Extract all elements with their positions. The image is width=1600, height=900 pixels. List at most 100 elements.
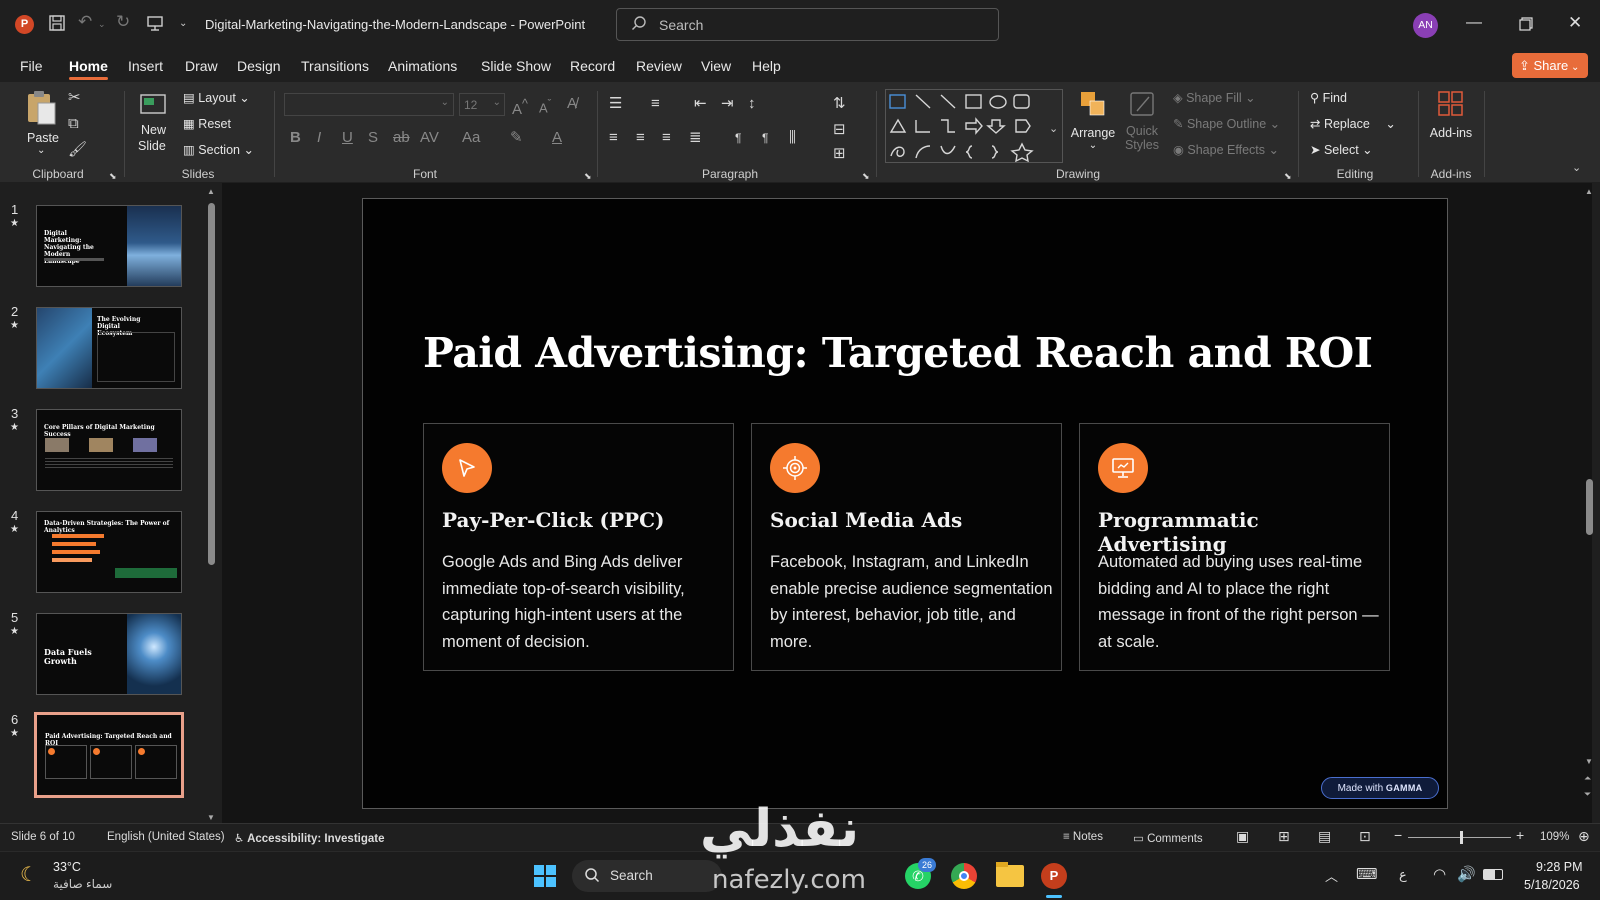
- wifi-icon[interactable]: ◠: [1433, 865, 1446, 883]
- line-spacing-icon[interactable]: ↕: [748, 95, 756, 113]
- normal-view-icon[interactable]: ▣: [1236, 828, 1249, 845]
- previous-slide-button[interactable]: ⏶: [1584, 773, 1591, 784]
- shape-fill-button[interactable]: ◈ Shape Fill ⌄: [1173, 90, 1256, 105]
- reading-view-icon[interactable]: ▤: [1318, 828, 1331, 845]
- copy-icon[interactable]: ⧉: [68, 115, 79, 133]
- tab-record[interactable]: Record: [570, 58, 615, 74]
- tab-slide-show[interactable]: Slide Show: [481, 58, 551, 74]
- thumbnails-scroll-down[interactable]: ▼: [207, 813, 215, 822]
- canvas-scrollbar-thumb[interactable]: [1586, 479, 1593, 535]
- accessibility-status[interactable]: ♿ Accessibility: Investigate: [234, 831, 385, 845]
- close-button[interactable]: ✕: [1568, 13, 1582, 33]
- arrange-button[interactable]: Arrange ⌄: [1068, 89, 1118, 159]
- smartart-icon[interactable]: ⊞: [833, 145, 846, 163]
- tab-animations[interactable]: Animations: [388, 58, 457, 74]
- undo-icon[interactable]: ↶: [78, 12, 92, 32]
- italic-icon[interactable]: I: [317, 129, 321, 147]
- clock-date[interactable]: 5/18/2026: [1524, 878, 1580, 892]
- font-color-icon[interactable]: A: [552, 129, 562, 147]
- shapes-gallery[interactable]: ⌄: [885, 89, 1063, 163]
- canvas-scroll-up[interactable]: ▲: [1585, 187, 1593, 196]
- comments-button[interactable]: ▭ Comments: [1133, 831, 1203, 845]
- fit-slide-icon[interactable]: ⊕: [1578, 828, 1590, 845]
- addins-button[interactable]: Add-ins: [1428, 89, 1474, 159]
- align-center-icon[interactable]: ≡: [636, 129, 645, 147]
- columns-icon[interactable]: ⫼: [789, 129, 796, 147]
- format-painter-icon[interactable]: 🖌: [68, 141, 87, 159]
- next-slide-button[interactable]: ⏷: [1584, 789, 1591, 800]
- powerpoint-taskbar-icon[interactable]: P: [1041, 863, 1067, 889]
- tab-insert[interactable]: Insert: [128, 58, 163, 74]
- tab-design[interactable]: Design: [237, 58, 281, 74]
- slide-title[interactable]: Paid Advertising: Targeted Reach and ROI: [423, 329, 1373, 377]
- social-media-card[interactable]: Social Media Ads Facebook, Instagram, an…: [751, 423, 1062, 671]
- show-hidden-icons-icon[interactable]: ︿: [1325, 866, 1338, 885]
- select-button[interactable]: ➤ Select ⌄: [1310, 142, 1373, 157]
- undo-dropdown-icon[interactable]: ⌄: [98, 19, 106, 30]
- slide-sorter-icon[interactable]: ⊞: [1278, 828, 1290, 845]
- avatar[interactable]: AN: [1413, 13, 1438, 38]
- text-direction-rtl-icon[interactable]: ¶: [762, 129, 768, 147]
- collapse-ribbon-icon[interactable]: ⌄: [1572, 161, 1581, 174]
- text-direction-ltr-icon[interactable]: ¶: [735, 129, 741, 147]
- quick-styles-button[interactable]: Quick Styles: [1121, 89, 1163, 161]
- slide-thumbnail-1[interactable]: Digital Marketing: Navigating the Modern…: [36, 205, 182, 287]
- zoom-in-button[interactable]: +: [1516, 827, 1524, 843]
- highlight-icon[interactable]: ✎: [510, 129, 523, 147]
- slideshow-view-icon[interactable]: ⊡: [1359, 828, 1371, 845]
- tab-help[interactable]: Help: [752, 58, 781, 74]
- tab-transitions[interactable]: Transitions: [301, 58, 369, 74]
- tab-review[interactable]: Review: [636, 58, 682, 74]
- clear-formatting-icon[interactable]: A̸: [567, 95, 577, 113]
- weather-temp[interactable]: 33°C: [53, 860, 81, 874]
- tab-home[interactable]: Home: [69, 58, 108, 80]
- volume-icon[interactable]: 🔊: [1457, 865, 1476, 883]
- find-button[interactable]: ⚲ Find: [1310, 90, 1347, 105]
- programmatic-card[interactable]: Programmatic Advertising Automated ad bu…: [1079, 423, 1390, 671]
- change-case-icon[interactable]: Aa: [462, 129, 480, 147]
- zoom-slider-thumb[interactable]: [1460, 831, 1463, 844]
- bullets-icon[interactable]: ☰: [609, 95, 622, 113]
- slide-thumbnail-4[interactable]: Data-Driven Strategies: The Power of Ana…: [36, 511, 182, 593]
- slide-thumbnail-5[interactable]: Data Fuels Growth: [36, 613, 182, 695]
- bold-icon[interactable]: B: [290, 129, 301, 147]
- minimize-button[interactable]: —: [1466, 14, 1482, 32]
- share-button[interactable]: ⇪ Share ⌄: [1512, 53, 1588, 78]
- increase-font-icon[interactable]: A^: [512, 95, 528, 119]
- thumbnails-scrollbar-thumb[interactable]: [208, 203, 215, 565]
- align-left-icon[interactable]: ≡: [609, 129, 618, 147]
- present-icon[interactable]: [146, 14, 164, 37]
- font-size-box[interactable]: 12 ⌄: [459, 93, 505, 116]
- clock-time[interactable]: 9:28 PM: [1536, 860, 1583, 874]
- tab-draw[interactable]: Draw: [185, 58, 218, 74]
- section-button[interactable]: ▥ Section ⌄: [183, 142, 254, 157]
- slide-thumbnail-3[interactable]: Core Pillars of Digital Marketing Succes…: [36, 409, 182, 491]
- keyboard-icon[interactable]: ⌨: [1356, 865, 1378, 883]
- replace-button[interactable]: ⇄ Replace ⌄: [1310, 116, 1396, 131]
- redo-icon[interactable]: ↻: [116, 12, 130, 32]
- notes-button[interactable]: ≡ Notes: [1063, 831, 1103, 843]
- align-right-icon[interactable]: ≡: [662, 129, 671, 147]
- underline-icon[interactable]: U: [342, 129, 353, 147]
- slide-thumbnail-6[interactable]: Paid Advertising: Targeted Reach and ROI: [34, 712, 184, 798]
- taskbar-search[interactable]: Search: [572, 860, 722, 892]
- start-button[interactable]: [533, 864, 557, 891]
- canvas-scroll-down[interactable]: ▼: [1585, 757, 1593, 766]
- shape-effects-button[interactable]: ◉ Shape Effects ⌄: [1173, 142, 1279, 157]
- cut-icon[interactable]: ✂: [68, 89, 81, 107]
- char-spacing-icon[interactable]: AV: [420, 129, 439, 147]
- file-explorer-icon[interactable]: [996, 862, 1024, 887]
- slide[interactable]: Paid Advertising: Targeted Reach and ROI…: [362, 198, 1448, 809]
- reset-button[interactable]: ▦ Reset: [183, 116, 231, 131]
- new-slide-button[interactable]: New Slide: [132, 89, 176, 159]
- decrease-indent-icon[interactable]: ⇤: [694, 95, 707, 113]
- search-box[interactable]: Search: [616, 8, 999, 41]
- made-with-gamma-badge[interactable]: Made with GAMMA: [1321, 777, 1439, 799]
- restore-button[interactable]: [1519, 17, 1533, 34]
- text-direction-icon[interactable]: ⇅: [833, 95, 846, 113]
- font-name-box[interactable]: ⌄: [284, 93, 454, 116]
- ppc-card[interactable]: Pay-Per-Click (PPC) Google Ads and Bing …: [423, 423, 734, 671]
- layout-button[interactable]: ▤ Layout ⌄: [183, 90, 250, 105]
- justify-icon[interactable]: ≣: [689, 129, 702, 147]
- tab-view[interactable]: View: [701, 58, 731, 74]
